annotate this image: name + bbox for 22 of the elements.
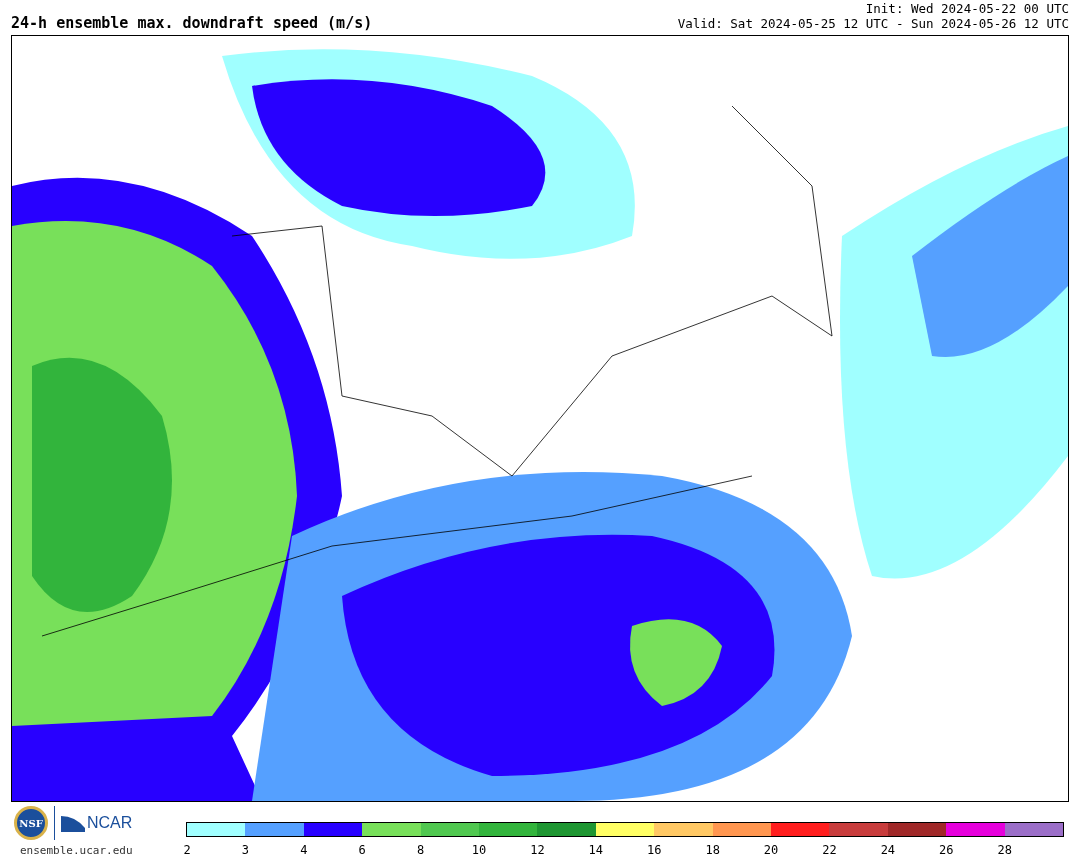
colorbar-tick-label: 16: [647, 844, 662, 856]
site-url: ensemble.ucar.edu: [20, 843, 134, 859]
swoosh-icon: [61, 814, 85, 832]
colorbar-tick-label: 6: [358, 844, 366, 856]
colorbar-tick-label: 26: [939, 844, 954, 856]
chart-title: 24-h ensemble max. downdraft speed (m/s): [11, 16, 373, 31]
nsf-logo: NSF: [14, 806, 48, 840]
colorbar-tick-label: 12: [530, 844, 545, 856]
colorbar-tick-label: 18: [705, 844, 720, 856]
colorbar-tick-label: 8: [417, 844, 425, 856]
colorbar-tick-label: 2: [183, 844, 191, 856]
init-time: Init: Wed 2024-05-22 00 UTC: [865, 1, 1069, 16]
colorbar-tick-label: 4: [300, 844, 308, 856]
ncar-logo: NCAR: [61, 811, 133, 835]
valid-time: Valid: Sat 2024-05-25 12 UTC - Sun 2024-05-26 12 UTC: [677, 16, 1069, 31]
colorbar-tick-label: 20: [763, 844, 779, 856]
colorbar-tick-label: 3: [241, 844, 249, 856]
colorbar-tick-label: 24: [880, 844, 896, 856]
colorbar-tick-label: 14: [588, 844, 604, 856]
colorbar-tick-label: 10: [471, 844, 487, 856]
colorbar-tick-label: 22: [822, 844, 837, 856]
colorbar-tick-label: 28: [997, 844, 1012, 856]
